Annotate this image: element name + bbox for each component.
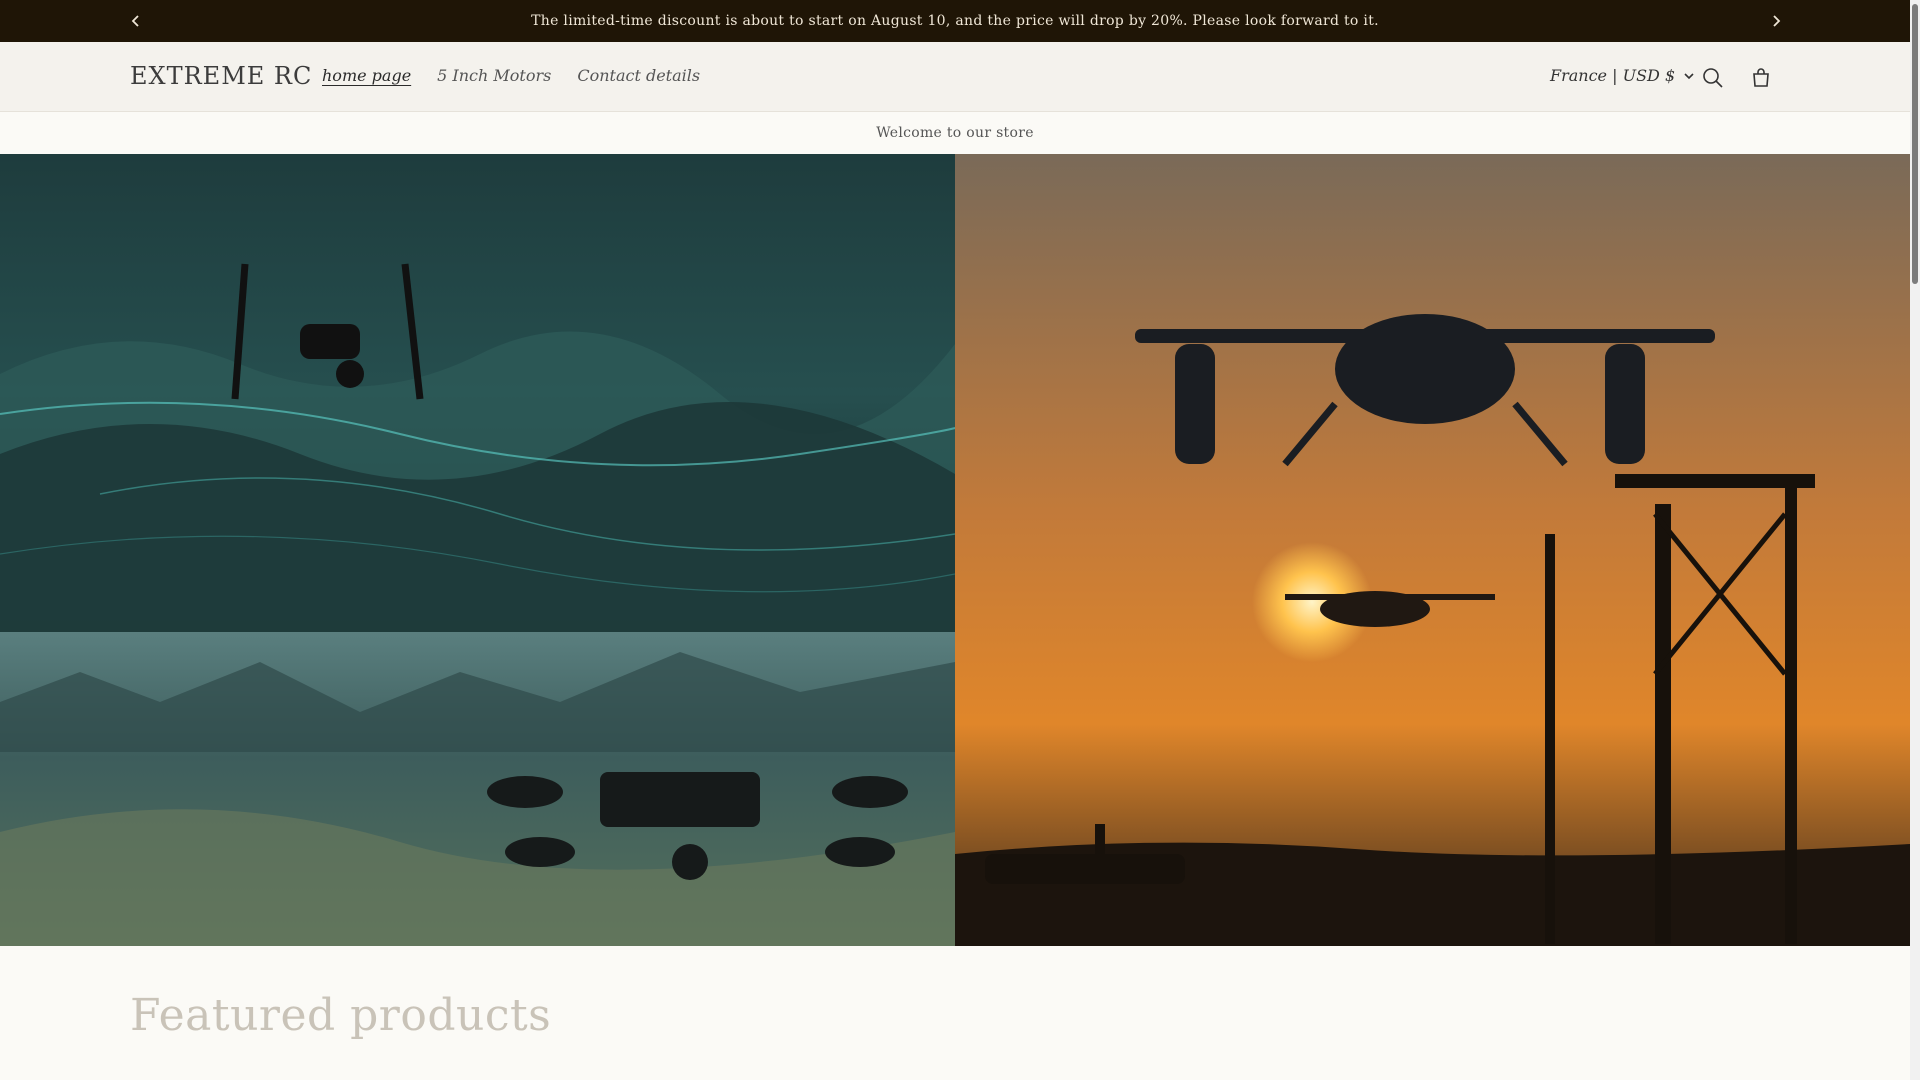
announcement-bar: The limited-time discount is about to st… (0, 0, 1910, 42)
welcome-bar: Welcome to our store (0, 112, 1910, 154)
cart-icon (1753, 68, 1769, 87)
locale-label: France | USD $ (1550, 66, 1676, 85)
announcement-next-button[interactable] (1756, 0, 1796, 42)
featured-products-heading: Featured products (130, 990, 552, 1041)
welcome-text: Welcome to our store (876, 125, 1034, 141)
cart-button[interactable] (1745, 62, 1777, 94)
nav-5-inch-motors[interactable]: 5 Inch Motors (437, 66, 551, 85)
page-scrollbar[interactable] (1910, 0, 1920, 1080)
main-nav: home page 5 Inch Motors Contact details (322, 66, 700, 85)
site-header: EXTREME RC home page 5 Inch Motors Conta… (0, 42, 1910, 112)
store-logo[interactable]: EXTREME RC (130, 62, 312, 90)
chevron-right-icon (1773, 15, 1781, 27)
hero-image-drone-digital-terrain[interactable] (0, 154, 955, 632)
hero-image-drone-mountain-valley[interactable] (0, 632, 955, 946)
nav-home-page[interactable]: home page (322, 66, 411, 85)
announcement-prev-button[interactable] (116, 0, 156, 42)
search-button[interactable] (1697, 62, 1729, 94)
locale-selector[interactable]: France | USD $ (1550, 66, 1695, 85)
chevron-down-icon (1684, 72, 1694, 79)
page: The limited-time discount is about to st… (0, 0, 1910, 1080)
chevron-left-icon (131, 15, 139, 27)
announcement-text: The limited-time discount is about to st… (531, 13, 1379, 29)
search-icon (1703, 68, 1723, 88)
scrollbar-thumb[interactable] (1912, 4, 1918, 284)
hero-collage (0, 154, 1910, 946)
hero-image-drones-sunset-port[interactable] (955, 154, 1910, 946)
nav-contact-details[interactable]: Contact details (577, 66, 700, 85)
